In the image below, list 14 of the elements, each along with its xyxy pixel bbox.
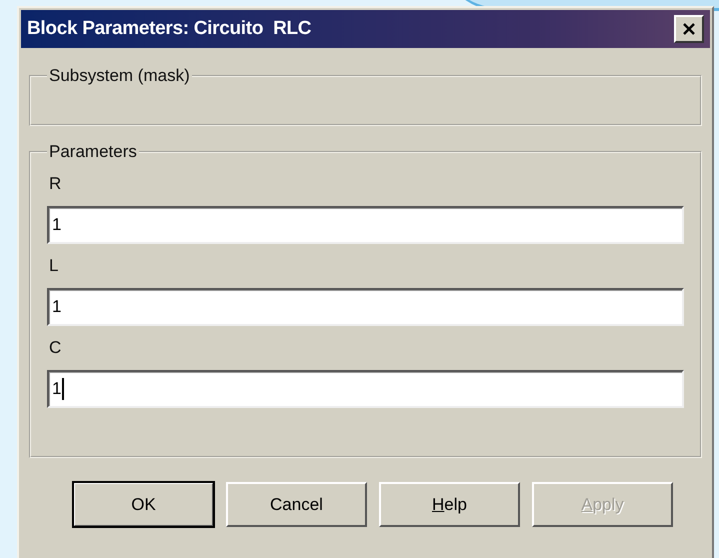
dialog-button[interactable]: OK	[73, 482, 214, 527]
window-title: Block Parameters: Circuito RLC	[27, 18, 312, 40]
close-button[interactable]	[674, 15, 704, 43]
dialog-button[interactable]: Cancel	[226, 482, 367, 527]
close-icon	[683, 23, 695, 35]
field-label: L	[49, 256, 60, 276]
input-field[interactable]: 1	[47, 288, 684, 326]
field-label: C	[49, 338, 62, 358]
field-label: R	[49, 174, 62, 194]
dialog-button[interactable]: Help	[379, 482, 520, 527]
group-label: Parameters	[48, 142, 138, 162]
input-field[interactable]: 1	[47, 206, 684, 244]
input-field[interactable]: 1	[47, 370, 684, 408]
group-label: Subsystem (mask)	[48, 66, 191, 86]
